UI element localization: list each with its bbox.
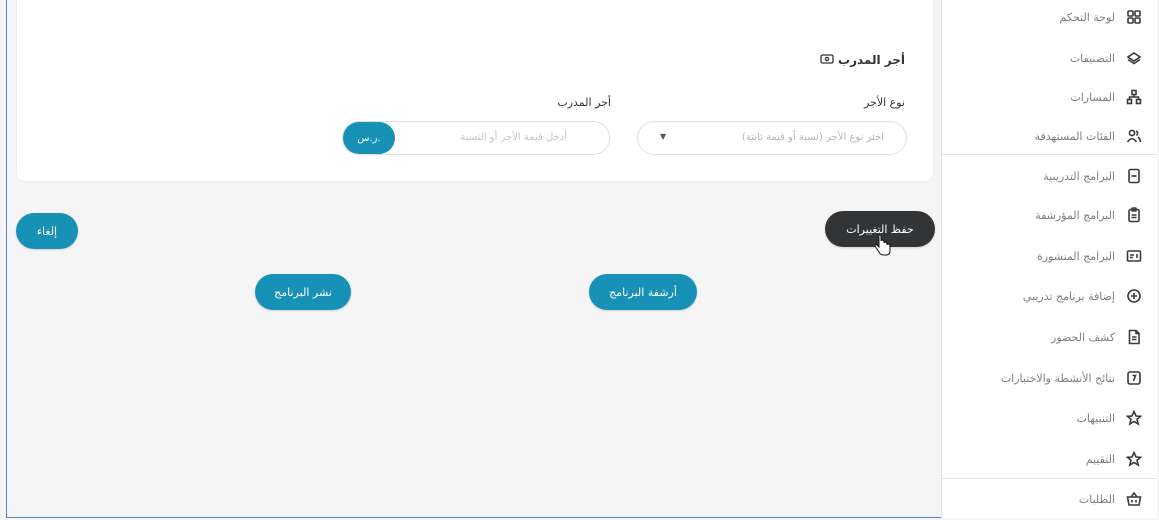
- trainer-wage-input[interactable]: أدخل قيمة الأجر أو النسبة ر.س.: [342, 121, 610, 155]
- sidebar-item-label: المسارات: [1070, 90, 1115, 104]
- sidebar-item-add-program[interactable]: إضافة برنامج تدريبي: [941, 284, 1157, 308]
- sidebar-item-training-programs[interactable]: البرامج التدريبية: [941, 164, 1157, 188]
- card-title: أجر المدرب: [820, 50, 905, 69]
- sidebar-item-target-groups[interactable]: الفئات المستهدفة: [941, 124, 1157, 148]
- money-icon: [820, 50, 834, 69]
- plus-circle-icon: [1125, 287, 1143, 305]
- star-icon: [1125, 450, 1143, 468]
- wage-type-placeholder: اختر نوع الأجر (نسبة أو قيمة ثابتة): [741, 132, 884, 143]
- cancel-button[interactable]: إلغاء: [16, 213, 78, 249]
- sidebar-item-attendance[interactable]: كشف الحضور: [941, 325, 1157, 349]
- card-title-text: أجر المدرب: [838, 52, 905, 67]
- trainer-wage-placeholder: أدخل قيمة الأجر أو النسبة: [460, 132, 567, 143]
- sidebar-item-label: نتائج الأنشطة والاختبارات: [1000, 371, 1115, 385]
- trainer-wage-label: أجر المدرب: [557, 96, 611, 109]
- sidebar-item-paths[interactable]: المسارات: [941, 85, 1157, 109]
- sidebar-item-requests[interactable]: الطلبات: [941, 487, 1157, 511]
- document-list-icon: [1125, 167, 1143, 185]
- sidebar-item-label: التقييم: [1085, 452, 1115, 466]
- wage-type-label: نوع الأجر: [863, 96, 905, 109]
- sidebar-item-dashboard[interactable]: لوحة التحكم: [941, 5, 1157, 29]
- sidebar-item-results[interactable]: نتائج الأنشطة والاختبارات: [941, 366, 1157, 390]
- sidebar-divider: [942, 154, 1157, 155]
- sidebar-item-archived-programs[interactable]: البرامج المؤرشفة: [941, 203, 1157, 227]
- sidebar-item-categories[interactable]: التصنيفات: [941, 46, 1157, 70]
- sidebar-item-label: لوحة التحكم: [1059, 10, 1115, 24]
- grid-icon: [1125, 8, 1143, 26]
- star-icon: [1125, 409, 1143, 427]
- sitemap-icon: [1125, 88, 1143, 106]
- wage-type-select[interactable]: اختر نوع الأجر (نسبة أو قيمة ثابتة) ▼: [637, 121, 907, 155]
- id-card-icon: [1125, 247, 1143, 265]
- file-text-icon: [1125, 328, 1143, 346]
- basket-icon: [1125, 490, 1143, 508]
- sidebar-item-label: إضافة برنامج تدريبي: [1022, 289, 1115, 303]
- sidebar: لوحة التحكم التصنيفات المسارات الفئات ال…: [941, 0, 1157, 518]
- sidebar-item-label: التنبيهات: [1076, 411, 1115, 425]
- publish-program-button[interactable]: نشر البرنامج: [255, 274, 351, 310]
- sidebar-item-rating[interactable]: التقييم: [941, 447, 1157, 471]
- trainer-wage-card: أجر المدرب نوع الأجر اختر نوع الأجر (نسب…: [16, 0, 934, 182]
- chevron-down-icon: ▼: [660, 132, 667, 141]
- sidebar-item-label: البرامج المؤرشفة: [1035, 208, 1115, 222]
- sidebar-item-notifications[interactable]: التنبيهات: [941, 406, 1157, 430]
- currency-badge: ر.س.: [343, 122, 395, 154]
- sidebar-item-label: الفئات المستهدفة: [1034, 129, 1115, 143]
- sidebar-divider: [942, 478, 1157, 479]
- archive-program-button[interactable]: أرشفة البرنامج: [589, 274, 697, 310]
- hand-cursor-icon: [874, 236, 891, 256]
- sidebar-item-label: البرامج التدريبية: [1043, 169, 1115, 183]
- result-file-icon: [1125, 369, 1143, 387]
- sidebar-item-label: كشف الحضور: [1051, 330, 1115, 344]
- layers-icon: [1125, 49, 1143, 67]
- sidebar-item-label: الطلبات: [1078, 492, 1115, 506]
- users-icon: [1125, 127, 1143, 145]
- sidebar-item-published-programs[interactable]: البرامج المنشورة: [941, 244, 1157, 268]
- sidebar-item-label: البرامج المنشورة: [1037, 249, 1115, 263]
- clipboard-icon: [1125, 206, 1143, 224]
- sidebar-item-label: التصنيفات: [1069, 51, 1115, 65]
